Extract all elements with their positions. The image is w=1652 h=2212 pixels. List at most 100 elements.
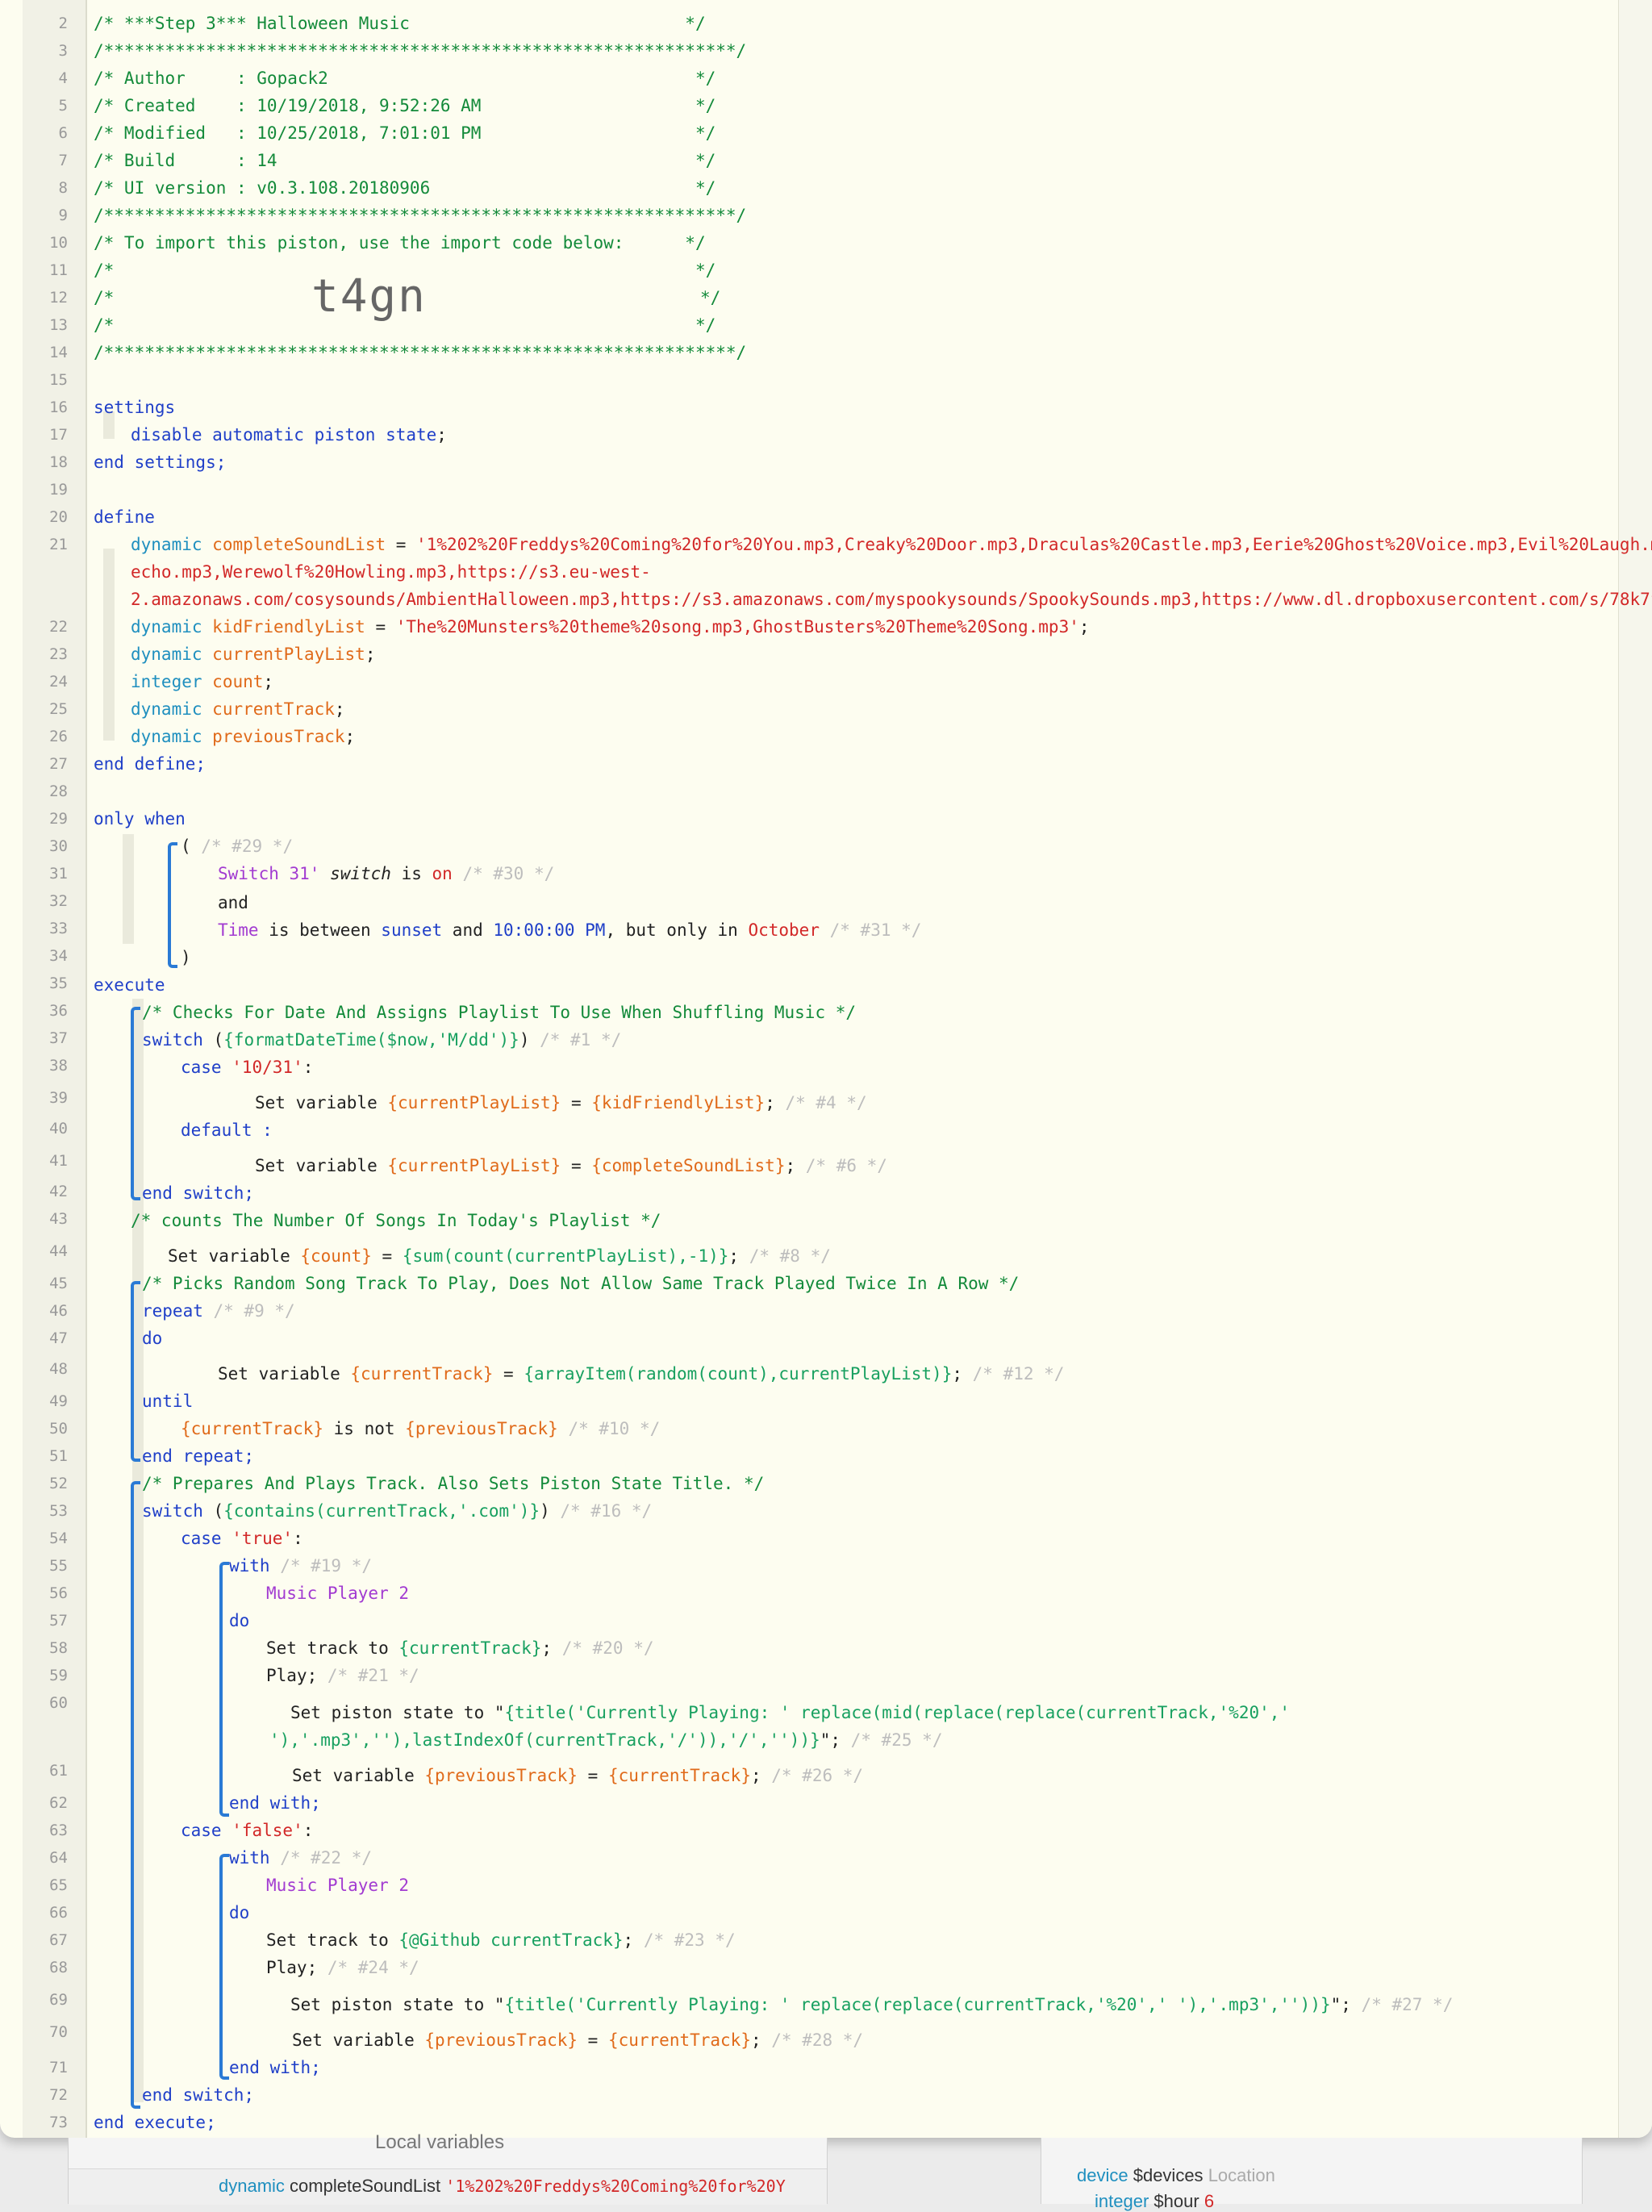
action-text: Set piston state to ": [290, 1703, 505, 1722]
device-name[interactable]: Music Player 2: [266, 1580, 409, 1607]
variable-definition[interactable]: dynamic previousTrack;: [131, 723, 355, 750]
line-number: 50: [49, 1420, 68, 1438]
with-statement[interactable]: with /* #19 */: [229, 1552, 372, 1580]
assign-operator: =: [371, 1246, 403, 1266]
statement-end: ;: [750, 1766, 761, 1785]
line-number: 30: [49, 837, 68, 855]
statement-end: ;: [1078, 617, 1090, 636]
variable-value: '1%202%20Freddys%20Coming%20for%20You.mp…: [416, 535, 1652, 554]
group-open: (: [181, 837, 191, 856]
statement-id-comment: /* #26 */: [761, 1766, 864, 1785]
execute-keyword[interactable]: execute: [94, 971, 165, 999]
only-when-keyword[interactable]: only when: [94, 805, 186, 833]
comment-statement[interactable]: /* Prepares And Plays Track. Also Sets P…: [142, 1470, 764, 1497]
device-name[interactable]: Music Player 2: [266, 1872, 409, 1899]
comment-statement[interactable]: /* counts The Number Of Songs In Today's…: [131, 1207, 661, 1234]
case-label[interactable]: case 'true':: [181, 1525, 303, 1552]
assign-operator: =: [578, 1766, 608, 1785]
variable-definition[interactable]: dynamic currentPlayList;: [131, 641, 375, 668]
line-number: 65: [49, 1876, 68, 1894]
line-number: 29: [49, 810, 68, 828]
set-track-command[interactable]: Set track to {currentTrack}; /* #20 */: [266, 1634, 653, 1662]
case-label[interactable]: case '10/31':: [181, 1054, 313, 1081]
statement-end: ;: [765, 1093, 775, 1112]
line-number: 56: [49, 1584, 68, 1602]
variable-definition[interactable]: dynamic currentTrack;: [131, 695, 345, 723]
variable-ref: {currentTrack}: [181, 1419, 324, 1438]
month-value: October: [748, 920, 820, 940]
line-number: 35: [49, 975, 68, 992]
line-number: 25: [49, 700, 68, 718]
header-ui-version-comment: /* UI version : v0.3.108.20180906 */: [94, 178, 716, 198]
settings-keyword[interactable]: settings: [94, 394, 175, 421]
system-variable-value: Location: [1208, 2165, 1275, 2185]
statement-end: ;: [785, 1156, 796, 1175]
variable-definition[interactable]: dynamic completeSoundList = '1%202%20Fre…: [131, 531, 1652, 558]
system-variable-row[interactable]: device $devices Location: [1077, 2165, 1275, 2186]
variable-name: count: [212, 672, 264, 691]
line-number: 15: [49, 371, 68, 389]
local-variable-name: completeSoundList: [290, 2176, 441, 2196]
header-border-comment: /***************************************…: [94, 41, 747, 61]
local-variable-row[interactable]: dynamic completeSoundList '1%202%20Fredd…: [69, 2168, 827, 2205]
set-variable-statement[interactable]: Set variable {currentPlayList} = {comple…: [255, 1152, 887, 1179]
header-border-comment: /***************************************…: [94, 343, 747, 362]
setting-semicolon: ;: [436, 425, 447, 444]
condition-time[interactable]: Time is between sunset and 10:00:00 PM, …: [218, 916, 921, 944]
line-number: 47: [49, 1329, 68, 1347]
play-command[interactable]: Play; /* #24 */: [266, 1954, 419, 1981]
line-number: 41: [49, 1152, 68, 1170]
set-variable-statement[interactable]: Set variable {previousTrack} = {currentT…: [292, 1762, 863, 1789]
header-blank-comment: /* */: [94, 315, 716, 335]
default-label[interactable]: default :: [181, 1116, 273, 1144]
paren: ): [540, 1501, 550, 1521]
line-number: 19: [49, 481, 68, 499]
line-number: 42: [49, 1183, 68, 1200]
code-lines: 2 3 4 5 6 7 8 9 10 11 12 13 14 15 16 17 …: [0, 0, 1652, 2138]
play-command[interactable]: Play; /* #21 */: [266, 1662, 419, 1689]
colon: :: [293, 1529, 303, 1548]
switch-statement[interactable]: switch ({formatDateTime($now,'M/dd')}) /…: [142, 1026, 621, 1054]
condition-group[interactable]: ( /* #29 */: [181, 833, 293, 860]
set-track-command[interactable]: Set track to {@Github currentTrack}; /* …: [266, 1926, 736, 1954]
set-variable-statement[interactable]: Set variable {currentPlayList} = {kidFri…: [255, 1089, 867, 1116]
set-piston-state-command[interactable]: Set piston state to "{title('Currently P…: [290, 1699, 1290, 1726]
set-variable-statement[interactable]: Set variable {currentTrack} = {arrayItem…: [218, 1360, 1064, 1388]
comment-statement[interactable]: /* Picks Random Song Track To Play, Does…: [142, 1270, 1019, 1297]
with-keyword: with: [229, 1848, 270, 1868]
action-text: Play;: [266, 1666, 318, 1685]
do-keyword: do: [142, 1329, 163, 1348]
system-variables-card: device $devices Location integer $hour 6: [1041, 2138, 1583, 2211]
system-variable-row[interactable]: integer $hour 6: [1095, 2191, 1214, 2212]
variable-definition[interactable]: dynamic kidFriendlyList = 'The%20Munster…: [131, 613, 1090, 641]
end-execute: end execute;: [94, 2113, 216, 2132]
statement-id-comment: /* #25 */: [841, 1730, 943, 1750]
line-number: 63: [49, 1822, 68, 1839]
comparison: is between: [258, 920, 382, 940]
until-keyword[interactable]: until: [142, 1388, 193, 1415]
set-piston-state-command[interactable]: Set piston state to "{title('Currently P…: [290, 1991, 1453, 2018]
variable-definition[interactable]: integer count;: [131, 668, 273, 695]
statement-end: ;: [344, 727, 356, 746]
end-settings: end settings;: [94, 453, 227, 472]
with-keyword: with: [229, 1556, 270, 1576]
case-label[interactable]: case 'false':: [181, 1817, 313, 1844]
condition-operator[interactable]: and: [218, 889, 248, 916]
do-keyword: do: [229, 1611, 250, 1630]
set-variable-statement[interactable]: Set variable {count} = {sum(count(curren…: [168, 1242, 831, 1270]
until-condition[interactable]: {currentTrack} is not {previousTrack} /*…: [181, 1415, 660, 1442]
settings-statement[interactable]: disable automatic piston state;: [131, 421, 447, 449]
variable-type: dynamic: [131, 699, 202, 719]
repeat-statement[interactable]: repeat /* #9 */: [142, 1297, 295, 1325]
comment-statement[interactable]: /* Checks For Date And Assigns Playlist …: [142, 999, 856, 1026]
statement-end: ";: [820, 1730, 841, 1750]
variable-ref: {previousTrack}: [405, 1419, 558, 1438]
line-number: 21: [49, 536, 68, 553]
switch-statement[interactable]: switch ({contains(currentTrack,'.com')})…: [142, 1497, 652, 1525]
with-statement[interactable]: with /* #22 */: [229, 1844, 372, 1872]
set-variable-statement[interactable]: Set variable {previousTrack} = {currentT…: [292, 2026, 863, 2054]
condition-switch[interactable]: Switch 31' switch is on /* #30 */: [218, 860, 554, 887]
define-keyword[interactable]: define: [94, 503, 155, 531]
variable-name: currentPlayList: [212, 645, 365, 664]
statement-id-comment: /* #16 */: [549, 1501, 653, 1521]
